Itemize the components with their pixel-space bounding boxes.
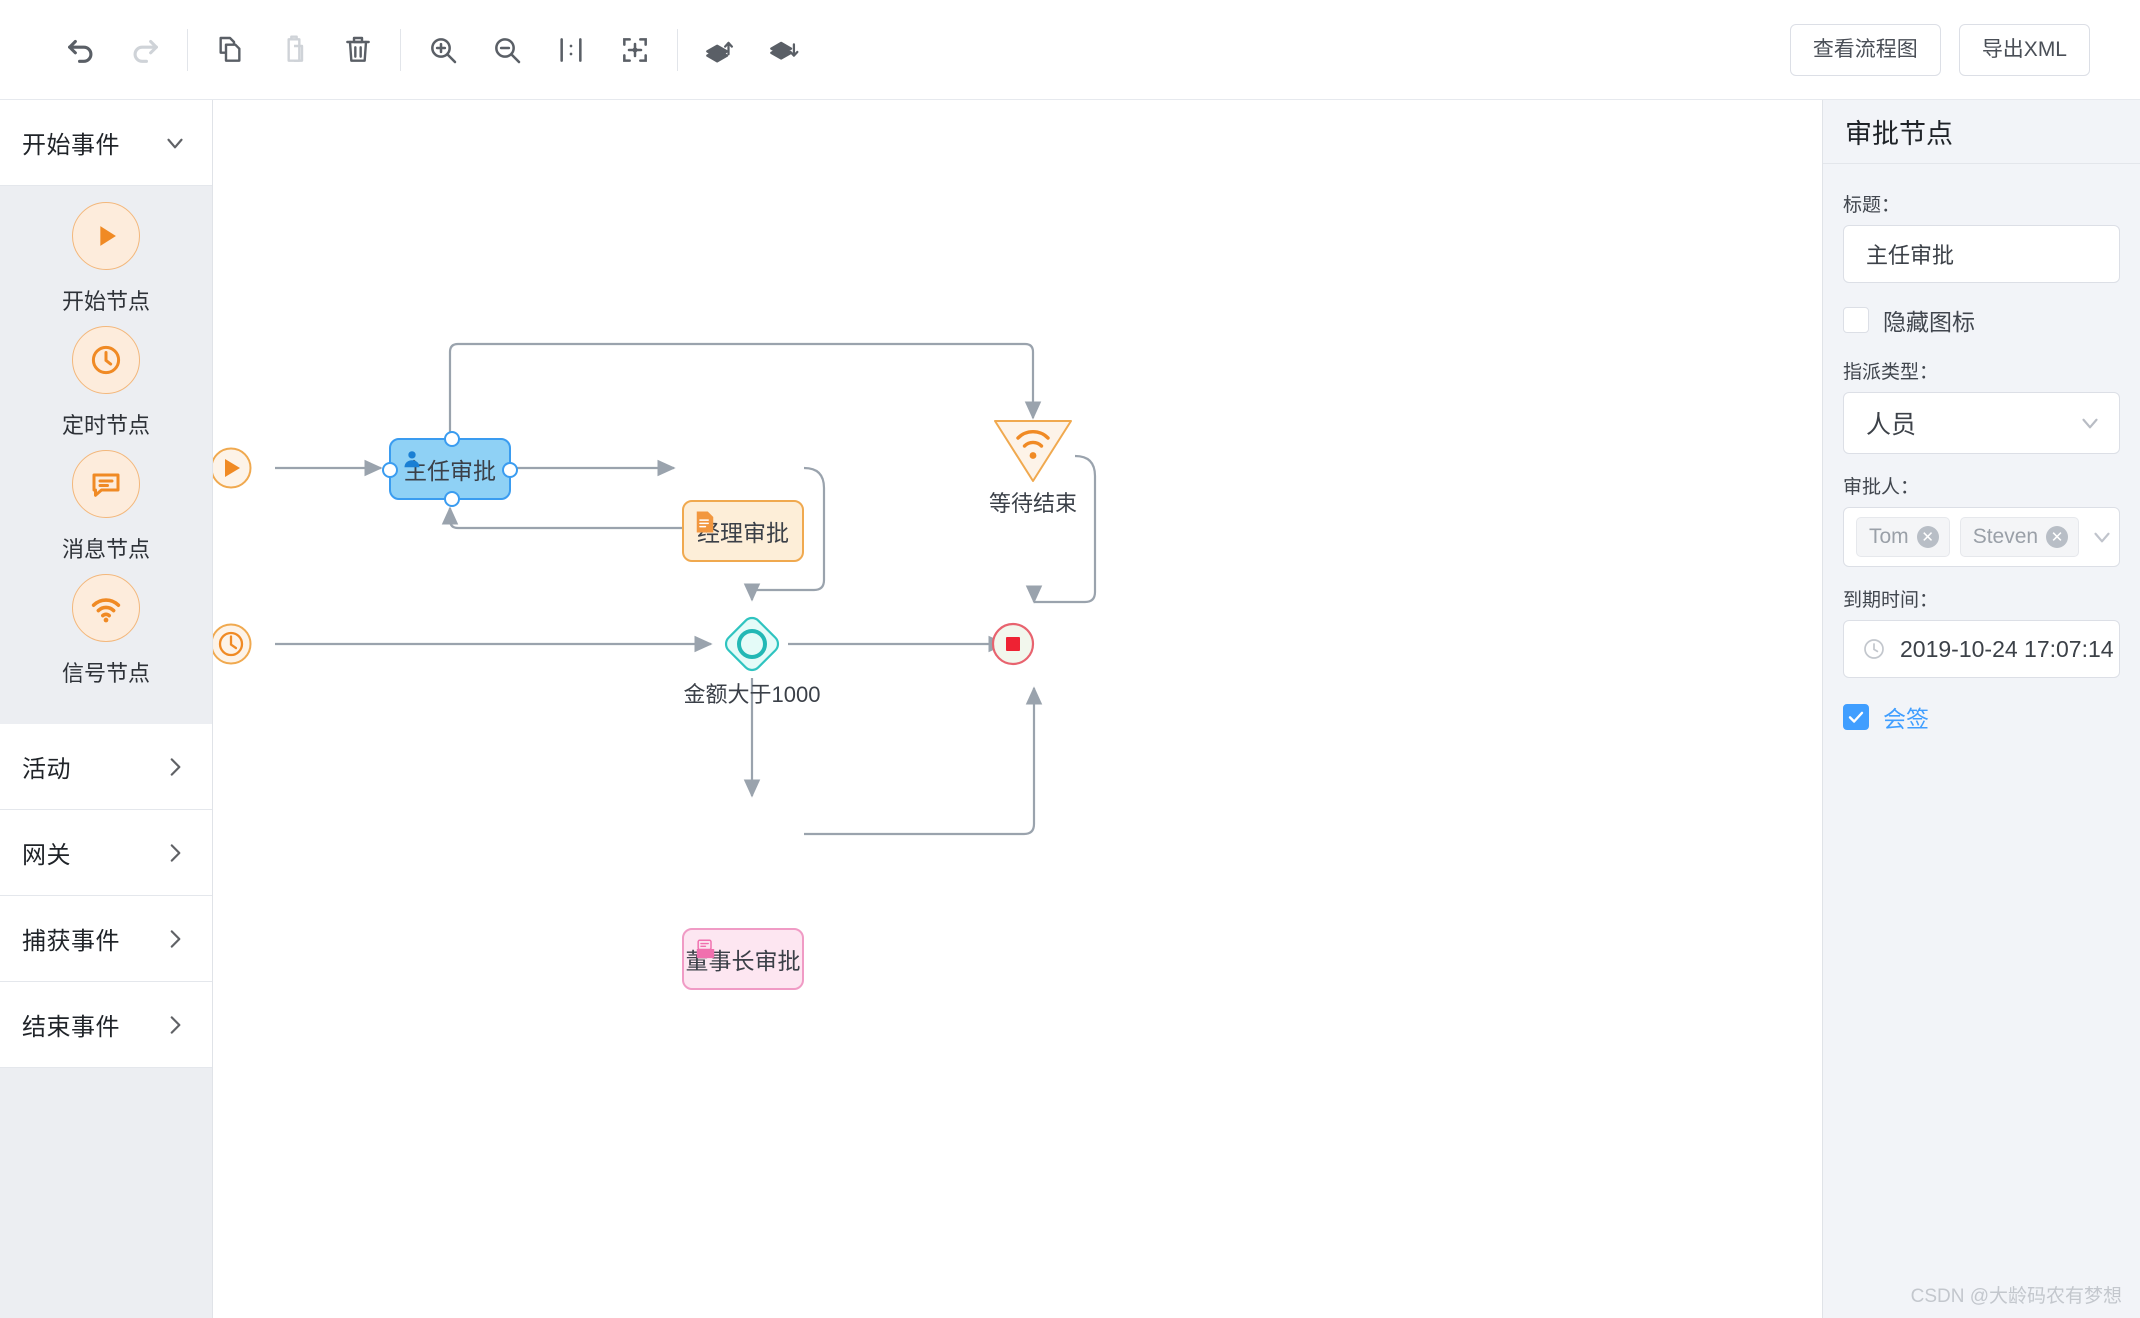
document-icon (694, 510, 716, 540)
bring-front-icon[interactable] (688, 18, 752, 82)
chevron-right-icon (162, 926, 188, 952)
close-icon[interactable]: ✕ (2046, 526, 2069, 548)
zoom-out-icon[interactable] (475, 18, 539, 82)
hide-icon-label: 隐藏图标 (1883, 309, 1975, 335)
diagram-edges (275, 342, 1097, 836)
approver-tag-label: Tom (1869, 525, 1909, 548)
canvas-node-label: 等待结束 (988, 491, 1078, 516)
toolbar-divider-1 (187, 28, 188, 71)
fit-center-icon[interactable] (603, 18, 667, 82)
play-icon (72, 202, 140, 270)
countersign-checkbox[interactable] (1843, 704, 1869, 730)
redo-icon[interactable] (113, 18, 177, 82)
title-input[interactable] (1843, 225, 2120, 283)
sidebar-group-start-events[interactable]: 开始事件 (0, 100, 212, 186)
sidebar-group-label: 网关 (22, 842, 71, 869)
paste-icon[interactable] (262, 18, 326, 82)
canvas-node-director-approval[interactable]: 主任审批 (382, 431, 518, 507)
edge-chairman-end (804, 686, 1043, 836)
properties-panel-title: 审批节点 (1823, 100, 2140, 164)
palette-item-signal-node[interactable]: 信号节点 (0, 574, 212, 688)
edge-director-waitend (448, 342, 1042, 432)
palette-item-label: 开始节点 (61, 289, 150, 314)
approvers-label: 审批人： (1843, 477, 1920, 498)
toolbar-actions: 查看流程图 导出XML (1789, 23, 2140, 76)
palette-item-label: 信号节点 (61, 661, 150, 686)
canvas-node-timer-start[interactable] (213, 623, 252, 665)
approvers-select[interactable]: Tom ✕ Steven ✕ (1843, 507, 2120, 567)
palette-item-label: 消息节点 (61, 537, 150, 562)
zoom-in-icon[interactable] (411, 18, 475, 82)
chevron-right-icon (162, 1012, 188, 1038)
chevron-right-icon (162, 754, 188, 780)
app-root: 查看流程图 导出XML 开始事件 开始节点 定时节点 消息节点 信号节点 活动 … (0, 0, 2140, 1318)
signal-icon (72, 574, 140, 642)
due-time-value: 2019-10-24 17:07:14 (1900, 635, 2114, 662)
toolbar: 查看流程图 导出XML (0, 0, 2140, 100)
chevron-right-icon (162, 840, 188, 866)
canvas-node-chairman-approval[interactable]: 董事长审批 (682, 928, 804, 990)
sidebar-group-label: 捕获事件 (22, 928, 120, 955)
send-back-icon[interactable] (752, 18, 816, 82)
palette-item-message-node[interactable]: 消息节点 (0, 450, 212, 564)
countersign-row[interactable]: 会签 (1843, 700, 2120, 734)
align-icon[interactable] (539, 18, 603, 82)
sidebar-group-activities[interactable]: 活动 (0, 724, 212, 810)
toolbar-divider-2 (400, 28, 401, 71)
countersign-label: 会签 (1883, 706, 1929, 732)
undo-icon[interactable] (49, 18, 113, 82)
due-time-label: 到期时间： (1843, 590, 1939, 611)
delete-icon[interactable] (326, 18, 390, 82)
assign-type-label: 指派类型： (1843, 362, 1939, 383)
palette-item-timer-node[interactable]: 定时节点 (0, 326, 212, 440)
clock-icon (72, 326, 140, 394)
connect-handle-left[interactable] (382, 462, 398, 478)
title-field-label: 标题： (1843, 195, 1901, 216)
sidebar-group-label: 开始事件 (22, 132, 120, 159)
sidebar-group-label: 活动 (22, 756, 71, 783)
close-icon[interactable]: ✕ (1916, 526, 1939, 548)
canvas-node-wait-end[interactable]: 等待结束 (989, 418, 1077, 516)
connect-handle-right[interactable] (502, 462, 518, 478)
properties-panel: 审批节点 标题： 隐藏图标 指派类型： 人员 审批人： Tom ✕ (1822, 100, 2140, 1318)
view-flow-button[interactable]: 查看流程图 (1789, 23, 1941, 76)
chevron-down-icon (2089, 524, 2115, 550)
approver-tag[interactable]: Tom ✕ (1856, 517, 1950, 557)
toolbar-divider-3 (677, 28, 678, 71)
canvas-node-label: 金额大于1000 (683, 682, 821, 707)
canvas-node-gateway[interactable]: 金额大于1000 (684, 611, 820, 707)
person-icon (401, 448, 423, 476)
sidebar-group-gateways[interactable]: 网关 (0, 810, 212, 896)
hide-icon-row[interactable]: 隐藏图标 (1843, 303, 2120, 337)
hide-icon-checkbox[interactable] (1843, 307, 1869, 333)
node-palette-sidebar: 开始事件 开始节点 定时节点 消息节点 信号节点 活动 网关 捕获事件 结束事件 (0, 100, 213, 1318)
chevron-down-icon (2077, 410, 2103, 436)
assign-type-value: 人员 (1866, 411, 1917, 439)
export-xml-button[interactable]: 导出XML (1958, 23, 2090, 76)
message-icon (72, 450, 140, 518)
properties-panel-body: 标题： 隐藏图标 指派类型： 人员 审批人： Tom ✕ Ste (1823, 164, 2140, 734)
sidebar-group-label: 结束事件 (22, 1014, 120, 1041)
connect-handle-bottom[interactable] (444, 491, 460, 507)
palette-item-start-node[interactable]: 开始节点 (0, 202, 212, 316)
chevron-down-icon (162, 130, 188, 156)
connect-handle-top[interactable] (444, 431, 460, 447)
palette-item-label: 定时节点 (61, 413, 150, 438)
canvas-node-manager-approval[interactable]: 经理审批 (682, 500, 804, 562)
due-time-input[interactable]: 2019-10-24 17:07:14 (1843, 620, 2120, 678)
sidebar-group-items: 开始节点 定时节点 消息节点 信号节点 (0, 186, 212, 724)
copy-icon[interactable] (198, 18, 262, 82)
watermark: CSDN @大龄码农有梦想 (1910, 1286, 2122, 1307)
assign-type-select[interactable]: 人员 (1843, 392, 2120, 454)
sidebar-group-catch-events[interactable]: 捕获事件 (0, 896, 212, 982)
inbox-icon (694, 938, 717, 966)
sidebar-group-end-events[interactable]: 结束事件 (0, 982, 212, 1068)
canvas-node-start-event[interactable] (213, 447, 252, 489)
clock-icon (1862, 637, 1886, 661)
canvas-node-end-event[interactable] (991, 622, 1035, 666)
approver-tag-label: Steven (1972, 525, 2039, 548)
approver-tag[interactable]: Steven ✕ (1959, 517, 2080, 557)
